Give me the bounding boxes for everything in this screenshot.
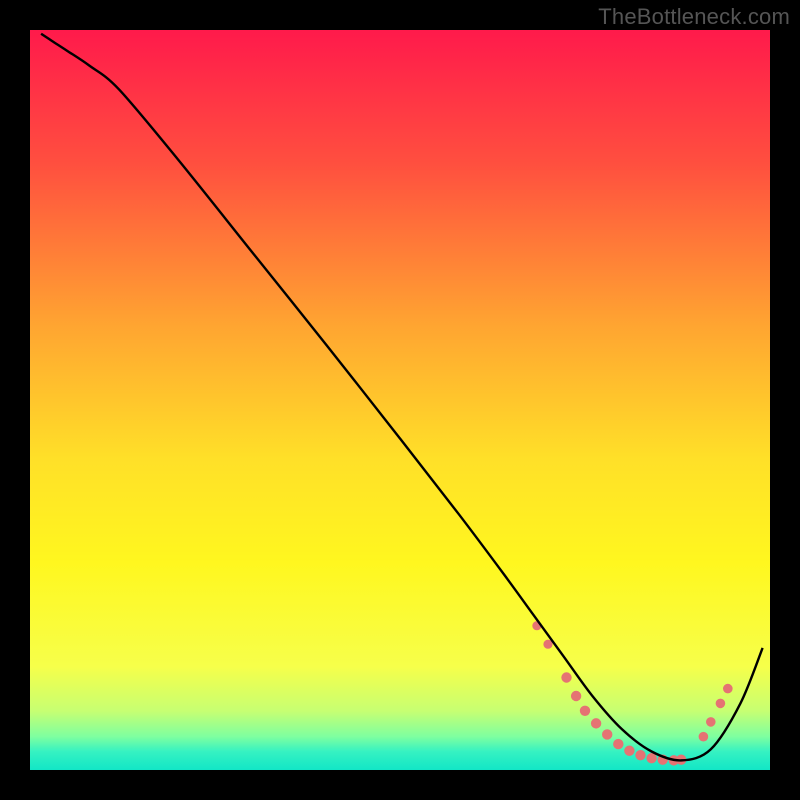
flat-marker bbox=[602, 729, 612, 739]
flat-marker bbox=[580, 706, 590, 716]
flat-marker bbox=[561, 672, 571, 682]
flat-marker bbox=[624, 746, 634, 756]
flat-marker bbox=[613, 739, 623, 749]
flat-marker bbox=[591, 718, 601, 728]
flat-marker bbox=[699, 732, 709, 742]
flat-marker bbox=[706, 717, 716, 727]
watermark-text: TheBottleneck.com bbox=[598, 4, 790, 30]
flat-marker bbox=[571, 691, 581, 701]
flat-marker bbox=[723, 684, 733, 694]
chart-frame: TheBottleneck.com bbox=[0, 0, 800, 800]
flat-marker bbox=[716, 699, 726, 709]
plot-area bbox=[30, 30, 770, 770]
plot-background bbox=[30, 30, 770, 770]
flat-marker bbox=[635, 750, 645, 760]
plot-svg bbox=[30, 30, 770, 770]
